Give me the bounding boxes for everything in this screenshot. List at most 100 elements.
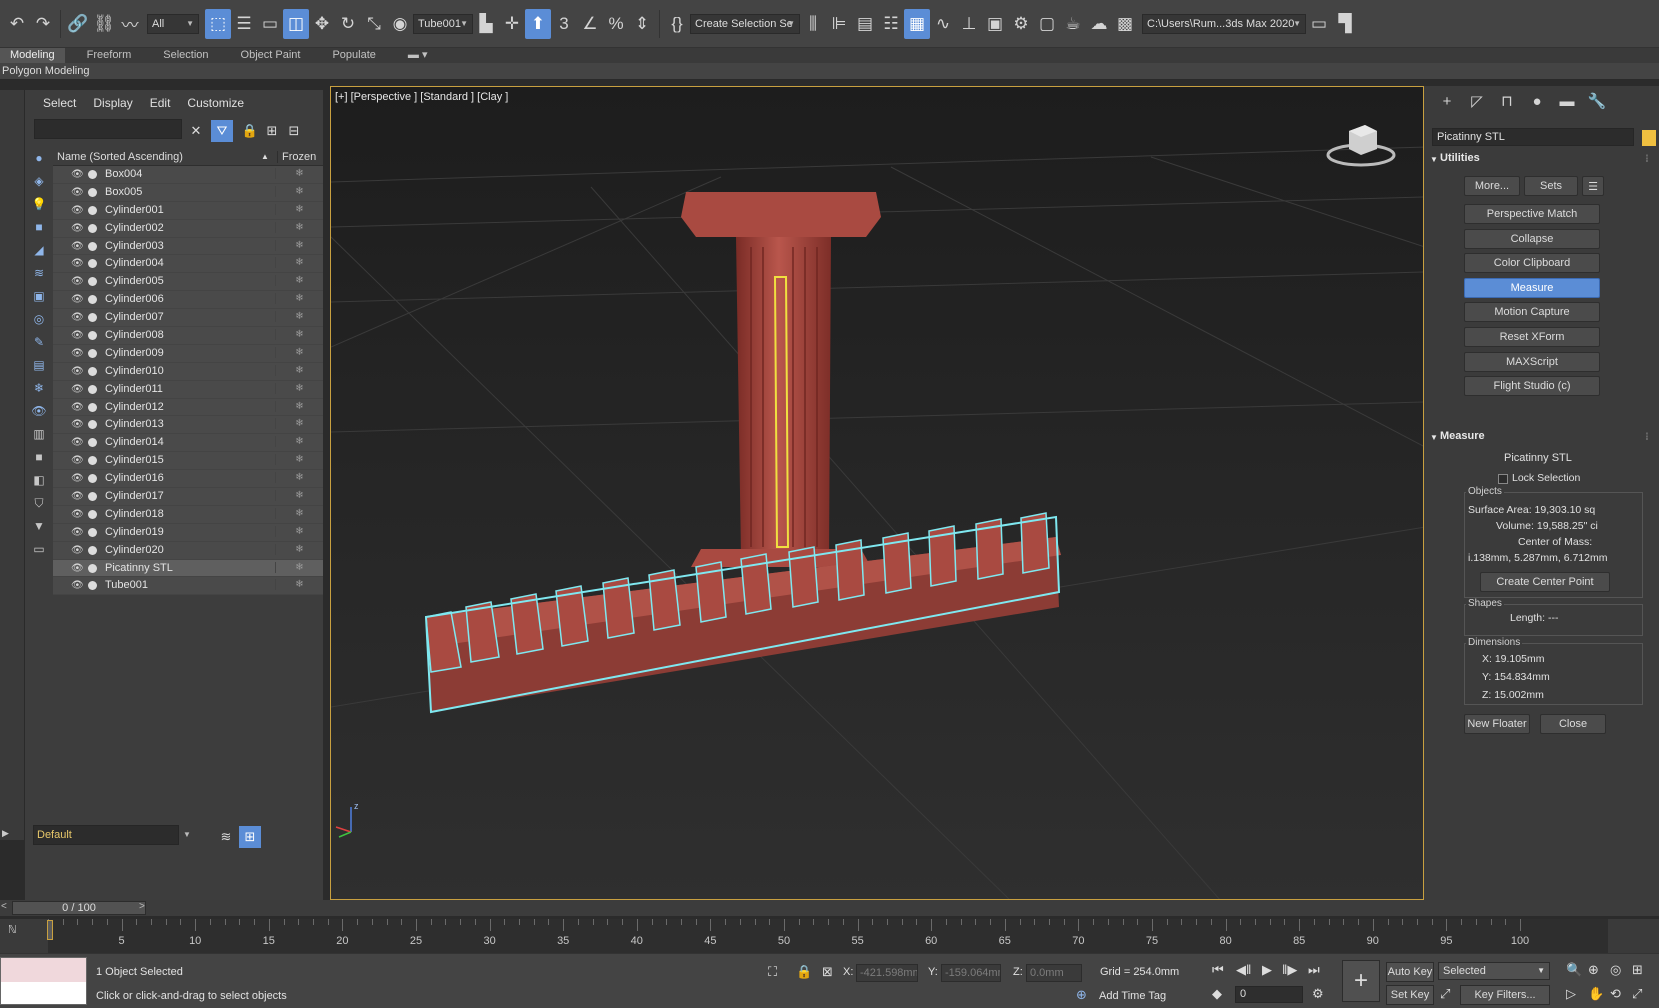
- render-dot-icon[interactable]: [88, 366, 97, 376]
- render-dot-icon[interactable]: [88, 545, 97, 555]
- layer-explorer-icon[interactable]: ▤: [852, 9, 878, 39]
- previous-frame-icon[interactable]: <: [1, 901, 7, 912]
- render-dot-icon[interactable]: [88, 402, 97, 412]
- frozen-snowflake-icon[interactable]: ❄: [275, 257, 323, 269]
- filter-funnel-icon[interactable]: ⛉: [29, 493, 49, 513]
- filter-icon[interactable]: ⛛: [211, 120, 233, 142]
- frozen-snowflake-icon[interactable]: ❄: [275, 418, 323, 430]
- spinner-snap-icon[interactable]: ⇕: [629, 9, 655, 39]
- space-warps-filter-icon[interactable]: ≋: [29, 263, 49, 283]
- y-coordinate-field[interactable]: -159.064mm: [941, 964, 1001, 982]
- list-item[interactable]: 👁 Cylinder014 ❄: [53, 434, 323, 453]
- modify-tab-icon[interactable]: ◸: [1462, 86, 1492, 116]
- visibility-eye-icon[interactable]: 👁: [71, 437, 84, 448]
- render-dot-icon[interactable]: [88, 241, 97, 251]
- utility-button-perspective-match[interactable]: Perspective Match: [1464, 204, 1600, 224]
- angle-snap-icon[interactable]: ∠: [577, 9, 603, 39]
- rotate-icon[interactable]: ↻: [335, 9, 361, 39]
- time-configuration-icon[interactable]: ⚙: [1312, 986, 1324, 1002]
- track-bar[interactable]: ℕ 5 10 15 20 25 30 35 40 45 50 55 60 65 70 75 80 85 90 95 1…: [0, 919, 1659, 953]
- bones-filter-icon[interactable]: ✎: [29, 332, 49, 352]
- column-frozen-header[interactable]: Frozen: [277, 150, 316, 163]
- configure-sets-icon[interactable]: ☰: [1582, 176, 1604, 196]
- render-gallery-icon[interactable]: ▩: [1112, 9, 1138, 39]
- render-dot-icon[interactable]: [88, 509, 97, 519]
- next-frame-icon[interactable]: >: [139, 901, 145, 912]
- list-item[interactable]: 👁 Box005 ❄: [53, 183, 323, 202]
- key-mode-toggle-icon[interactable]: ◆: [1212, 986, 1222, 1002]
- lock-selection-checkbox[interactable]: [1498, 474, 1508, 484]
- visibility-eye-icon[interactable]: 👁: [71, 509, 84, 520]
- render-dot-icon[interactable]: [88, 170, 97, 179]
- list-item[interactable]: 👁 Cylinder016 ❄: [53, 470, 323, 489]
- list-item[interactable]: 👁 Cylinder013 ❄: [53, 416, 323, 435]
- frozen-snowflake-icon[interactable]: ❄: [275, 364, 323, 376]
- filter-selected-icon[interactable]: ▼: [29, 516, 49, 536]
- track-ruler[interactable]: 5 10 15 20 25 30 35 40 45 50 55 60 65 70 75 80 85 90 95 100: [48, 919, 1608, 953]
- frozen-snowflake-icon[interactable]: ❄: [275, 382, 323, 394]
- list-item[interactable]: 👁 Cylinder002 ❄: [53, 219, 323, 238]
- frozen-snowflake-icon[interactable]: ❄: [275, 275, 323, 287]
- window-crossing-icon[interactable]: ◫: [283, 8, 309, 39]
- time-tag-icon[interactable]: ⊕: [1076, 987, 1087, 1003]
- visibility-eye-icon[interactable]: 👁: [71, 580, 84, 591]
- frozen-filter-icon[interactable]: ❄: [29, 378, 49, 398]
- render-dot-icon[interactable]: [88, 492, 97, 502]
- mirror-icon[interactable]: ⫼: [800, 9, 826, 39]
- visibility-eye-icon[interactable]: 👁: [71, 312, 84, 323]
- list-item[interactable]: 👁 Cylinder001 ❄: [53, 201, 323, 220]
- list-item[interactable]: 👁 Cylinder003 ❄: [53, 237, 323, 256]
- zoom-extents-all-icon[interactable]: ⊞: [1632, 962, 1643, 978]
- invert-display-icon[interactable]: ◧: [29, 470, 49, 490]
- key-filters-button[interactable]: Key Filters...: [1460, 985, 1550, 1005]
- toggle-ribbon-icon[interactable]: ☷: [878, 9, 904, 39]
- list-item[interactable]: 👁 Cylinder011 ❄: [53, 380, 323, 399]
- utility-button-color-clipboard[interactable]: Color Clipboard: [1464, 253, 1600, 274]
- time-slider[interactable]: 0 / 100: [12, 901, 146, 915]
- visibility-eye-icon[interactable]: 👁: [71, 276, 84, 287]
- frozen-snowflake-icon[interactable]: ❄: [275, 400, 323, 412]
- new-floater-button[interactable]: New Floater: [1464, 714, 1530, 734]
- play-icon[interactable]: ▶: [1262, 962, 1272, 978]
- workspace-icon[interactable]: ▜: [1332, 9, 1358, 39]
- list-item[interactable]: 👁 Cylinder019 ❄: [53, 523, 323, 542]
- list-item[interactable]: 👁 Cylinder006 ❄: [53, 291, 323, 310]
- hidden-filter-icon[interactable]: 👁: [29, 401, 49, 421]
- keyboard-shortcut-toggle-icon[interactable]: ⬆: [525, 8, 551, 39]
- align-icon[interactable]: ⊫: [826, 9, 852, 39]
- list-item[interactable]: 👁 Cylinder009 ❄: [53, 344, 323, 363]
- display-none-icon[interactable]: ■: [29, 447, 49, 467]
- visibility-eye-icon[interactable]: 👁: [71, 384, 84, 395]
- rendered-frame-window-icon[interactable]: ▢: [1034, 9, 1060, 39]
- frozen-snowflake-icon[interactable]: ❄: [275, 543, 323, 555]
- frozen-snowflake-icon[interactable]: ❄: [275, 507, 323, 519]
- motion-tab-icon[interactable]: ●: [1522, 86, 1552, 116]
- curve-editor-icon[interactable]: ∿: [930, 9, 956, 39]
- list-item[interactable]: 👁 Cylinder020 ❄: [53, 541, 323, 560]
- frozen-snowflake-icon[interactable]: ❄: [275, 293, 323, 305]
- render-setup-icon[interactable]: ⚙: [1008, 9, 1034, 39]
- pivot-icon[interactable]: ✛: [499, 9, 525, 39]
- sets-button[interactable]: Sets: [1524, 176, 1578, 196]
- pan-icon[interactable]: ✋: [1588, 986, 1604, 1002]
- frozen-snowflake-icon[interactable]: ❄: [275, 561, 323, 573]
- render-dot-icon[interactable]: [88, 456, 97, 466]
- z-coordinate-field[interactable]: 0.0mm: [1026, 964, 1082, 982]
- frozen-snowflake-icon[interactable]: ❄: [275, 239, 323, 251]
- percent-snap-icon[interactable]: %: [603, 9, 629, 39]
- find-icon[interactable]: ▭: [29, 539, 49, 559]
- orbit-icon[interactable]: ⟲: [1610, 986, 1621, 1002]
- groups-filter-icon[interactable]: ▣: [29, 286, 49, 306]
- visibility-eye-icon[interactable]: 👁: [71, 563, 84, 574]
- maxscript-listener-mini[interactable]: [0, 957, 87, 1005]
- visibility-eye-icon[interactable]: 👁: [71, 455, 84, 466]
- visibility-eye-icon[interactable]: 👁: [71, 223, 84, 234]
- frozen-snowflake-icon[interactable]: ❄: [275, 436, 323, 448]
- render-dot-icon[interactable]: [88, 331, 97, 341]
- display-tab-icon[interactable]: ▬: [1552, 86, 1582, 116]
- visibility-eye-icon[interactable]: 👁: [71, 330, 84, 341]
- place-icon[interactable]: ◉: [387, 9, 413, 39]
- create-tab-icon[interactable]: +: [1432, 86, 1462, 116]
- display-all-icon[interactable]: ▥: [29, 424, 49, 444]
- render-dot-icon[interactable]: [88, 527, 97, 537]
